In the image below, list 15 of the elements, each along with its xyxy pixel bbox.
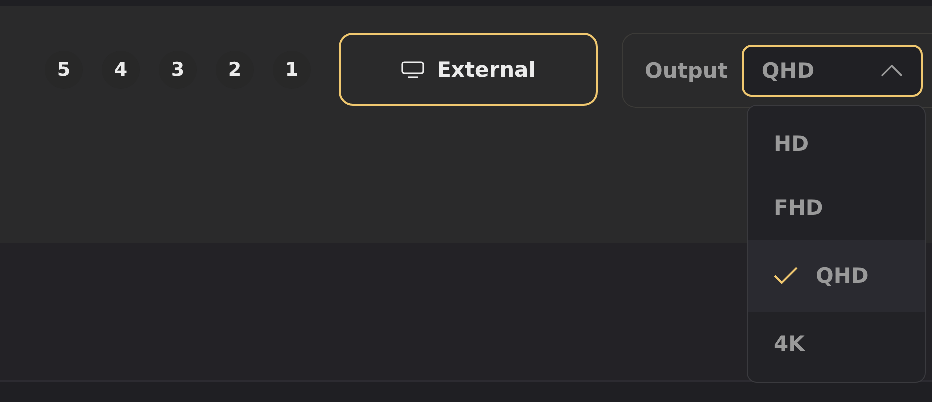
external-display-button[interactable]: External [339, 33, 598, 106]
chevron-icon [880, 64, 903, 76]
menu-option[interactable]: HD [748, 112, 925, 176]
check-icon [774, 267, 798, 285]
output-label: Output [645, 58, 728, 82]
page-button[interactable]: 5 [45, 51, 83, 89]
menu-option[interactable]: QHD [748, 240, 925, 312]
output-select[interactable]: QHD [742, 44, 923, 96]
menu-option[interactable]: FHD [748, 176, 925, 240]
page-button[interactable]: 1 [273, 51, 311, 89]
page-button[interactable]: 4 [102, 51, 140, 89]
menu-option[interactable]: 4K [748, 312, 925, 376]
page-button[interactable]: 2 [216, 51, 254, 89]
page-button[interactable]: 3 [159, 51, 197, 89]
monitor-icon [401, 60, 426, 78]
